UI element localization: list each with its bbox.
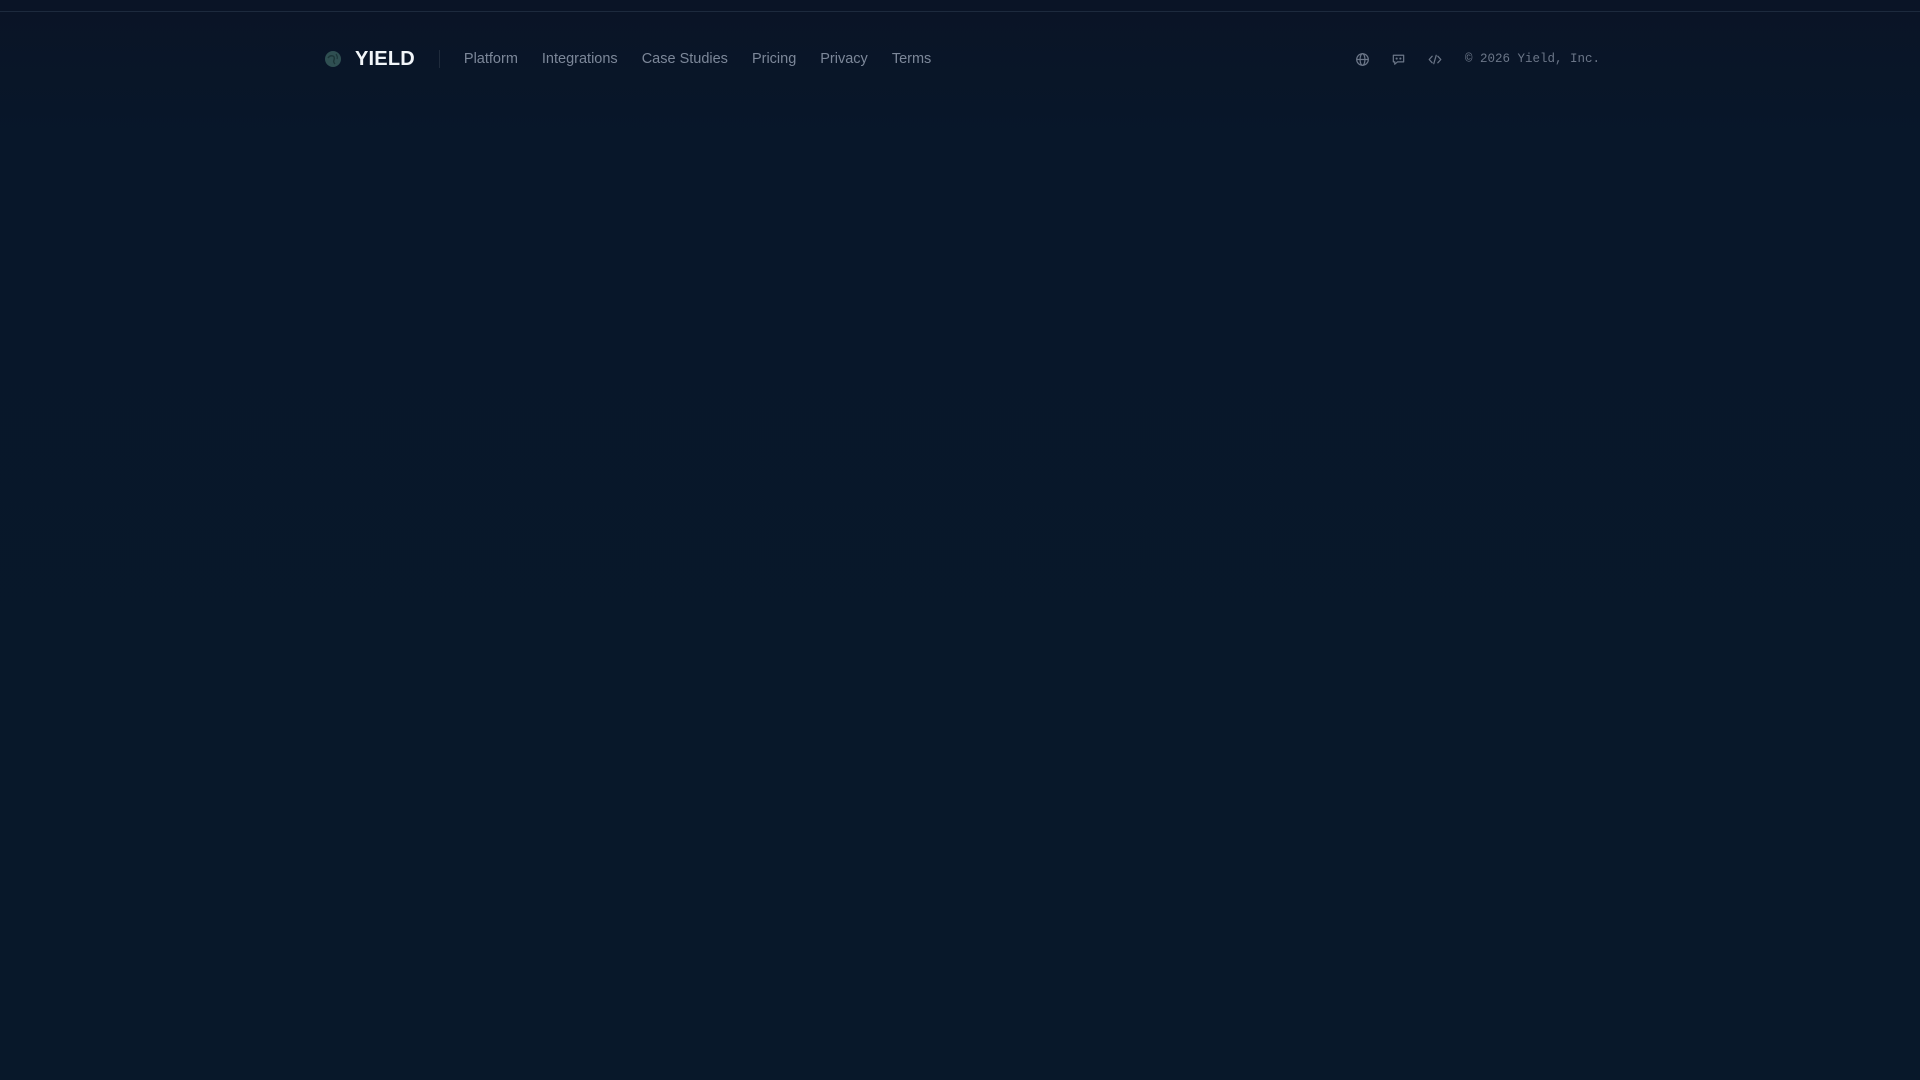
brand-home-link[interactable]: YIELD <box>323 48 415 71</box>
globe-leaf-icon <box>323 49 343 69</box>
page: YIELD Platform Integrations Case Studies… <box>0 0 1920 1080</box>
footer-nav: Platform Integrations Case Studies Prici… <box>464 51 931 67</box>
site-footer: YIELD Platform Integrations Case Studies… <box>0 12 1920 106</box>
nav-link-platform[interactable]: Platform <box>464 51 518 67</box>
footer-inner: YIELD Platform Integrations Case Studies… <box>323 12 1600 106</box>
brand-name: YIELD <box>355 47 415 70</box>
nav-link-privacy[interactable]: Privacy <box>820 51 868 67</box>
chat-icon[interactable] <box>1389 49 1409 69</box>
brand-nav-divider <box>438 50 440 68</box>
nav-link-integrations[interactable]: Integrations <box>542 51 618 67</box>
footer-right: © 2026 Yield, Inc. <box>1353 12 1600 106</box>
nav-link-terms[interactable]: Terms <box>892 51 931 67</box>
nav-link-case-studies[interactable]: Case Studies <box>642 51 728 67</box>
copyright-text: © 2026 Yield, Inc. <box>1464 52 1600 66</box>
code-icon[interactable] <box>1425 49 1445 69</box>
globe-icon[interactable] <box>1353 49 1373 69</box>
nav-link-pricing[interactable]: Pricing <box>752 51 796 67</box>
footer-left: YIELD Platform Integrations Case Studies… <box>323 12 931 106</box>
